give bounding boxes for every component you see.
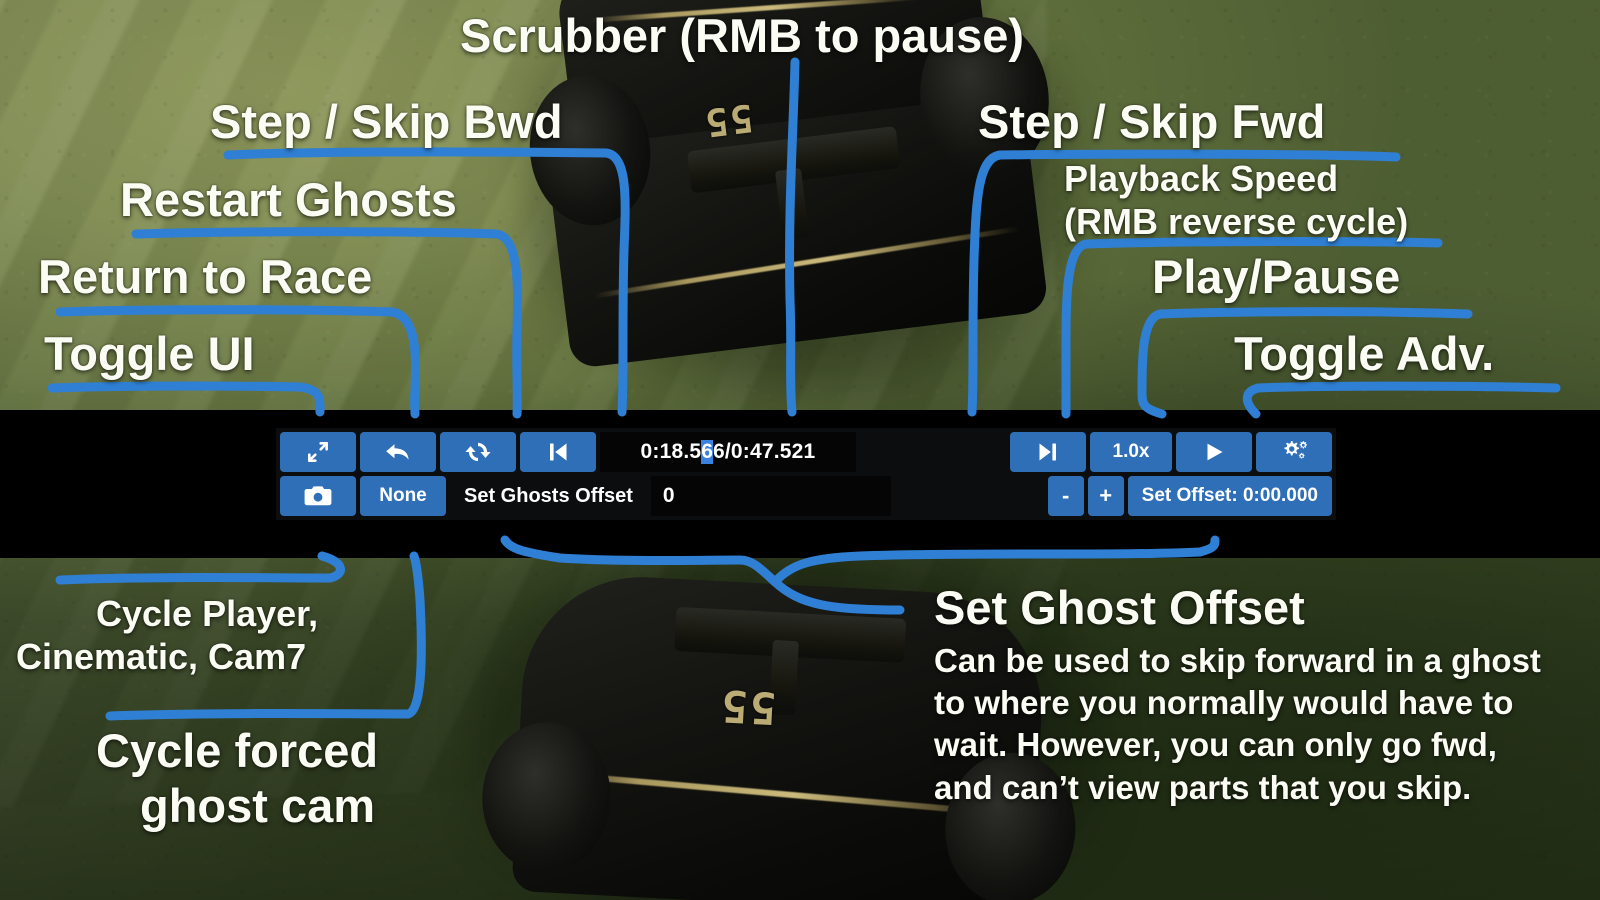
- forced-ghost-cam-label: None: [379, 485, 427, 506]
- set-ghosts-offset-label: Set Ghosts Offset: [464, 484, 633, 507]
- step-skip-backward-button[interactable]: [520, 432, 596, 472]
- refresh-cycle-icon: [465, 439, 491, 465]
- play-triangle-icon: [1202, 440, 1226, 464]
- scrubber-current-time-tail: 6: [712, 440, 725, 463]
- playback-speed-label: 1.0x: [1112, 441, 1150, 462]
- playback-speed-button[interactable]: 1.0x: [1090, 432, 1172, 472]
- expand-diagonal-icon: [305, 439, 331, 465]
- ghost-offset-input[interactable]: 0: [650, 476, 891, 516]
- bottom-car: 55: [470, 529, 1109, 900]
- play-pause-button[interactable]: [1176, 432, 1252, 472]
- top-car-number: 55: [700, 95, 756, 146]
- set-offset-label: Set Offset: 0:00.000: [1141, 485, 1318, 506]
- skip-forward-icon: [1036, 440, 1060, 464]
- undo-arrow-icon: [384, 439, 412, 465]
- set-offset-button[interactable]: Set Offset: 0:00.000: [1127, 476, 1332, 516]
- toggle-advanced-button[interactable]: [1256, 432, 1332, 472]
- ghost-offset-value: 0: [662, 484, 675, 507]
- camera-icon: [304, 485, 332, 507]
- toggle-ui-button[interactable]: [280, 432, 356, 472]
- toolbar-row1-spacer: [860, 432, 1006, 472]
- return-to-race-button[interactable]: [360, 432, 436, 472]
- camera-cycle-button[interactable]: [280, 476, 356, 516]
- forced-ghost-cam-button[interactable]: None: [360, 476, 446, 516]
- toolbar-row-secondary: None Set Ghosts Offset 0 - + Set Offset:…: [280, 476, 1332, 516]
- offset-decrement-button[interactable]: -: [1047, 476, 1084, 516]
- toolbar-row2-spacer: [895, 476, 1044, 516]
- scrubber-total-time: 0:47.521: [730, 440, 816, 463]
- offset-increment-button[interactable]: +: [1087, 476, 1124, 516]
- offset-decrement-label: -: [1061, 483, 1070, 508]
- step-skip-forward-button[interactable]: [1010, 432, 1086, 472]
- scrubber-caret-highlight: 6: [701, 440, 713, 464]
- gears-icon: [1280, 439, 1308, 465]
- skip-backward-icon: [546, 440, 570, 464]
- offset-increment-label: +: [1099, 483, 1113, 508]
- bottom-car-number: 55: [718, 679, 778, 734]
- scrubber-current-time: 0:18.5: [640, 440, 702, 463]
- scrubber-time-field[interactable]: 0:18.5 6 6 / 0:47.521: [600, 432, 856, 472]
- replay-toolbar-panel: 0:18.5 6 6 / 0:47.521 1.0x None Set Ghos…: [276, 428, 1336, 520]
- top-car: 55: [513, 0, 1088, 440]
- restart-ghosts-button[interactable]: [440, 432, 516, 472]
- toolbar-row-primary: 0:18.5 6 6 / 0:47.521 1.0x: [280, 432, 1332, 472]
